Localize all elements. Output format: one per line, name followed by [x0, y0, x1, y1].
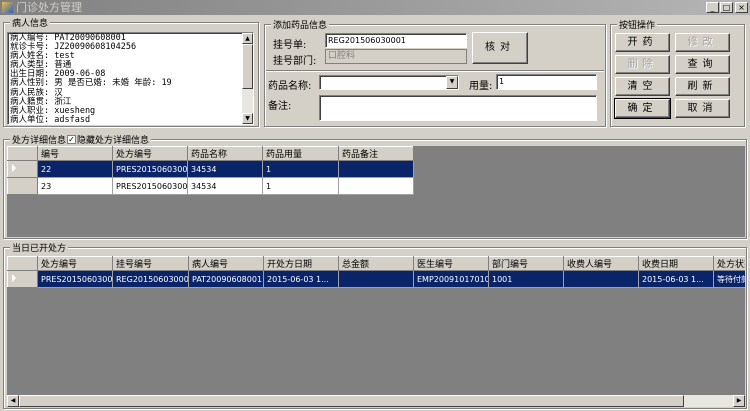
- column-header[interactable]: 编号: [37, 146, 113, 161]
- divider: [266, 70, 604, 72]
- table-cell[interactable]: 1001: [488, 270, 564, 288]
- reg-label: 挂号单:: [273, 40, 307, 51]
- table-cell[interactable]: 34534: [187, 177, 263, 195]
- column-header[interactable]: 开处方日期: [263, 256, 339, 271]
- table-cell[interactable]: [338, 270, 414, 288]
- column-header[interactable]: 处方编号: [37, 256, 113, 271]
- maximize-button[interactable]: □: [720, 2, 733, 13]
- horizontal-scrollbar[interactable]: ◀ ▶: [7, 395, 745, 407]
- minimize-button[interactable]: _: [706, 2, 719, 13]
- refresh-button[interactable]: 刷新: [675, 77, 730, 96]
- close-button[interactable]: ×: [735, 2, 748, 13]
- dept-label: 挂号部门:: [273, 56, 317, 67]
- table-cell[interactable]: 2015-06-03 1...: [638, 270, 714, 288]
- row-header[interactable]: [7, 270, 38, 288]
- drug-name-select[interactable]: ▼: [319, 75, 459, 90]
- table-cell[interactable]: PRES20150603001: [37, 270, 113, 288]
- column-header[interactable]: 医生编号: [413, 256, 489, 271]
- current-row-icon: [12, 274, 16, 282]
- hide-detail-label[interactable]: 隐藏处方详细信息: [77, 133, 149, 146]
- vertical-scrollbar[interactable]: ▲ ▼: [242, 33, 253, 124]
- column-header[interactable]: 总金额: [338, 256, 414, 271]
- clear-button[interactable]: 清空: [615, 77, 670, 96]
- detail-grid: 编号 处方编号 药品名称 药品用量 药品备注 22 PRES20150603001 34534…: [7, 146, 745, 237]
- note-label: 备注:: [268, 101, 292, 112]
- group-label: 处方详细信息: [12, 136, 67, 146]
- table-cell[interactable]: 1: [262, 160, 339, 178]
- scroll-down-icon[interactable]: ▼: [242, 113, 253, 124]
- column-header[interactable]: 药品用量: [262, 146, 339, 161]
- query-button[interactable]: 查询: [675, 55, 730, 74]
- row-header[interactable]: [7, 160, 38, 178]
- table-cell[interactable]: PAT20090608001: [188, 270, 264, 288]
- scroll-left-icon[interactable]: ◀: [7, 395, 19, 407]
- column-header[interactable]: 收费人编号: [563, 256, 639, 271]
- column-header[interactable]: 药品名称: [187, 146, 263, 161]
- table-cell[interactable]: 等待付款: [713, 270, 745, 288]
- quantity-label: 用量:: [469, 81, 493, 92]
- confirm-button[interactable]: 确定: [614, 98, 671, 119]
- chevron-down-icon[interactable]: ▼: [446, 76, 458, 89]
- group-label: 添加药品信息: [271, 18, 330, 31]
- table-cell[interactable]: PRES20150603001: [112, 177, 188, 195]
- column-header[interactable]: 处方状态: [713, 256, 745, 271]
- scroll-up-icon[interactable]: ▲: [242, 33, 253, 44]
- group-label: 按钮操作: [617, 18, 658, 31]
- table-cell[interactable]: 23: [37, 177, 113, 195]
- column-header[interactable]: 药品备注: [338, 146, 414, 161]
- reg-number-input[interactable]: REG201506030001: [325, 33, 467, 48]
- hide-detail-checkbox[interactable]: ✓: [67, 135, 77, 144]
- table-cell[interactable]: 34534: [187, 160, 263, 178]
- patient-info-textbox[interactable]: 病人编号: PAT20090608001 就诊卡号: JZ200906081042…: [7, 32, 254, 125]
- window-title: 门诊处方管理: [16, 1, 82, 14]
- table-cell[interactable]: 1: [262, 177, 339, 195]
- table-cell[interactable]: EMP20091017010: [413, 270, 489, 288]
- scroll-thumb[interactable]: [242, 44, 253, 89]
- row-header[interactable]: [7, 177, 38, 195]
- check-button[interactable]: 核对: [472, 32, 528, 64]
- delete-button[interactable]: 删除: [615, 55, 670, 74]
- group-label: 病人信息: [10, 16, 51, 29]
- row-header-corner: [7, 256, 38, 271]
- prescribe-button[interactable]: 开药: [615, 33, 670, 52]
- app-icon: [2, 2, 13, 13]
- cancel-button[interactable]: 取消: [675, 99, 730, 118]
- table-cell[interactable]: [338, 177, 414, 195]
- table-cell[interactable]: [338, 160, 414, 178]
- column-header[interactable]: 挂号编号: [112, 256, 189, 271]
- table-cell[interactable]: 2015-06-03 1...: [263, 270, 339, 288]
- patient-info-line: 病人单位: adsfasd: [10, 114, 91, 125]
- drug-name-label: 药品名称:: [268, 81, 312, 92]
- table-row[interactable]: 22 PRES20150603001 34534 1: [7, 160, 414, 178]
- table-cell[interactable]: PRES20150603001: [112, 160, 188, 178]
- table-row[interactable]: 23 PRES20150603001 34534 1: [7, 177, 414, 195]
- scroll-thumb[interactable]: [19, 395, 684, 407]
- current-row-icon: [12, 164, 16, 172]
- column-header[interactable]: 处方编号: [112, 146, 188, 161]
- quantity-input[interactable]: 1: [496, 74, 597, 90]
- table-cell[interactable]: 22: [37, 160, 113, 178]
- table-cell[interactable]: [563, 270, 639, 288]
- title-bar: 门诊处方管理: [0, 0, 750, 15]
- note-textarea[interactable]: [319, 95, 597, 121]
- group-label: 当日已开处方: [10, 241, 69, 254]
- column-header[interactable]: 病人编号: [188, 256, 264, 271]
- column-header[interactable]: 部门编号: [488, 256, 564, 271]
- table-row[interactable]: PRES20150603001 REG201506030001 PAT2009060…: [7, 270, 745, 288]
- modify-button[interactable]: 修改: [675, 33, 730, 52]
- scroll-right-icon[interactable]: ▶: [733, 395, 745, 407]
- dept-input: 口腔科: [325, 49, 467, 64]
- row-header-corner: [7, 146, 38, 161]
- today-grid: 处方编号 挂号编号 病人编号 开处方日期 总金额 医生编号 部门编号 收费人编号 收费日期 处方状…: [7, 256, 745, 395]
- column-header[interactable]: 收费日期: [638, 256, 714, 271]
- table-cell[interactable]: REG201506030001: [112, 270, 189, 288]
